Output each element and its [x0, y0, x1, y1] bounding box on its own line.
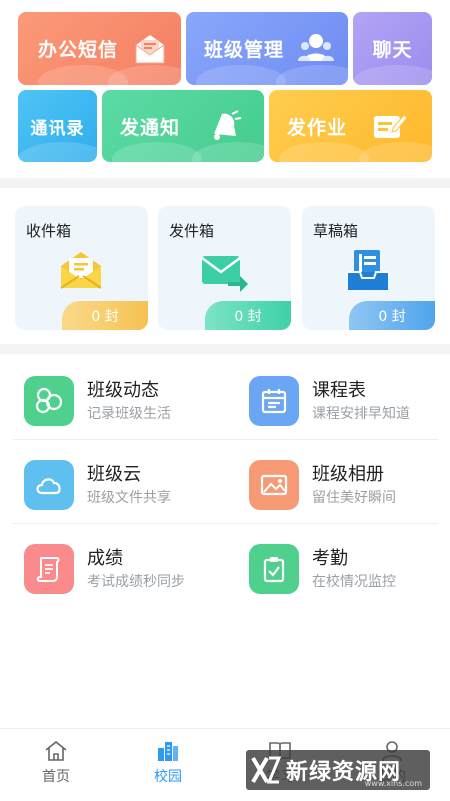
- feature-title: 班级云: [87, 464, 141, 485]
- people-icon: [298, 34, 334, 61]
- tile-label: 通讯录: [30, 118, 85, 139]
- open-envelope-icon: [60, 252, 102, 289]
- drafts-count-badge: 0 封: [349, 301, 435, 330]
- clipboard-check-icon: [249, 544, 299, 594]
- feature-grades[interactable]: 成绩 考试成绩秒同步: [24, 538, 244, 608]
- feature-subtitle: 记录班级生活: [87, 406, 171, 422]
- tab-label: 首页: [42, 769, 70, 785]
- outbox-count: 0 封: [234, 308, 262, 325]
- feature-attendance[interactable]: 考勤 在校情况监控: [249, 538, 450, 608]
- tile-send-notice[interactable]: 发通知: [102, 90, 264, 162]
- outbox-card[interactable]: 发件箱 0 封: [158, 206, 291, 330]
- section-divider: [0, 344, 450, 354]
- tile-label: 班级管理: [204, 39, 285, 61]
- feature-subtitle: 课程安排早知道: [312, 406, 410, 422]
- tile-label: 发作业: [287, 116, 348, 139]
- feature-title: 课程表: [312, 380, 366, 401]
- watermark-url: www.xlhs.com: [364, 779, 422, 788]
- tab-home[interactable]: 首页: [21, 739, 91, 786]
- feature-subtitle: 留住美好瞬间: [312, 490, 396, 506]
- scroll-icon: [24, 544, 74, 594]
- draft-tray-icon: [348, 250, 388, 290]
- inbox-title: 收件箱: [26, 222, 72, 240]
- envelope-icon: [135, 35, 165, 64]
- inbox-count-badge: 0 封: [62, 301, 148, 330]
- feature-title: 考勤: [312, 548, 348, 569]
- tile-label: 办公短信: [38, 39, 119, 61]
- feature-title: 班级动态: [87, 380, 159, 401]
- drafts-count: 0 封: [378, 308, 406, 325]
- buildings-icon: [158, 742, 178, 761]
- feature-subtitle: 考试成绩秒同步: [87, 574, 185, 590]
- feature-class-moments[interactable]: 班级动态 记录班级生活: [24, 370, 244, 440]
- send-mail-icon: [201, 256, 248, 292]
- calendar-icon: [249, 376, 299, 426]
- outbox-count-badge: 0 封: [205, 301, 291, 330]
- home-icon: [45, 740, 67, 761]
- section-divider: [0, 178, 450, 188]
- photo-icon: [249, 460, 299, 510]
- feature-timetable[interactable]: 课程表 课程安排早知道: [249, 370, 450, 440]
- watermark: 新绿资源网 www.xlhs.com: [246, 750, 430, 790]
- feature-subtitle: 班级文件共享: [87, 490, 171, 506]
- watermark-logo-icon: [246, 750, 286, 790]
- feature-subtitle: 在校情况监控: [312, 574, 396, 590]
- feature-class-cloud[interactable]: 班级云 班级文件共享: [24, 454, 244, 524]
- tab-label: 校园: [154, 769, 182, 785]
- drafts-title: 草稿箱: [313, 222, 359, 240]
- tab-campus[interactable]: 校园: [133, 739, 203, 786]
- feature-title: 班级相册: [312, 464, 384, 485]
- tile-office-sms[interactable]: 办公短信: [18, 12, 181, 85]
- tile-label: 聊天: [372, 39, 413, 61]
- row-divider: [12, 439, 438, 440]
- inbox-card[interactable]: 收件箱 0 封: [15, 206, 148, 330]
- bell-icon: [214, 110, 242, 140]
- row-divider: [12, 523, 438, 524]
- feature-class-album[interactable]: 班级相册 留住美好瞬间: [249, 454, 450, 524]
- tile-chat[interactable]: 聊天: [353, 12, 432, 85]
- tile-contacts[interactable]: 通讯录: [18, 90, 97, 162]
- tile-send-homework[interactable]: 发作业: [269, 90, 432, 162]
- homework-icon: [374, 114, 407, 138]
- drafts-card[interactable]: 草稿箱 0 封: [302, 206, 435, 330]
- tile-class-management[interactable]: 班级管理: [186, 12, 348, 85]
- tile-label: 发通知: [120, 116, 181, 139]
- inbox-count: 0 封: [91, 308, 119, 325]
- cloud-icon: [24, 460, 74, 510]
- outbox-title: 发件箱: [169, 222, 215, 240]
- circles-icon: [24, 376, 74, 426]
- feature-title: 成绩: [87, 548, 123, 569]
